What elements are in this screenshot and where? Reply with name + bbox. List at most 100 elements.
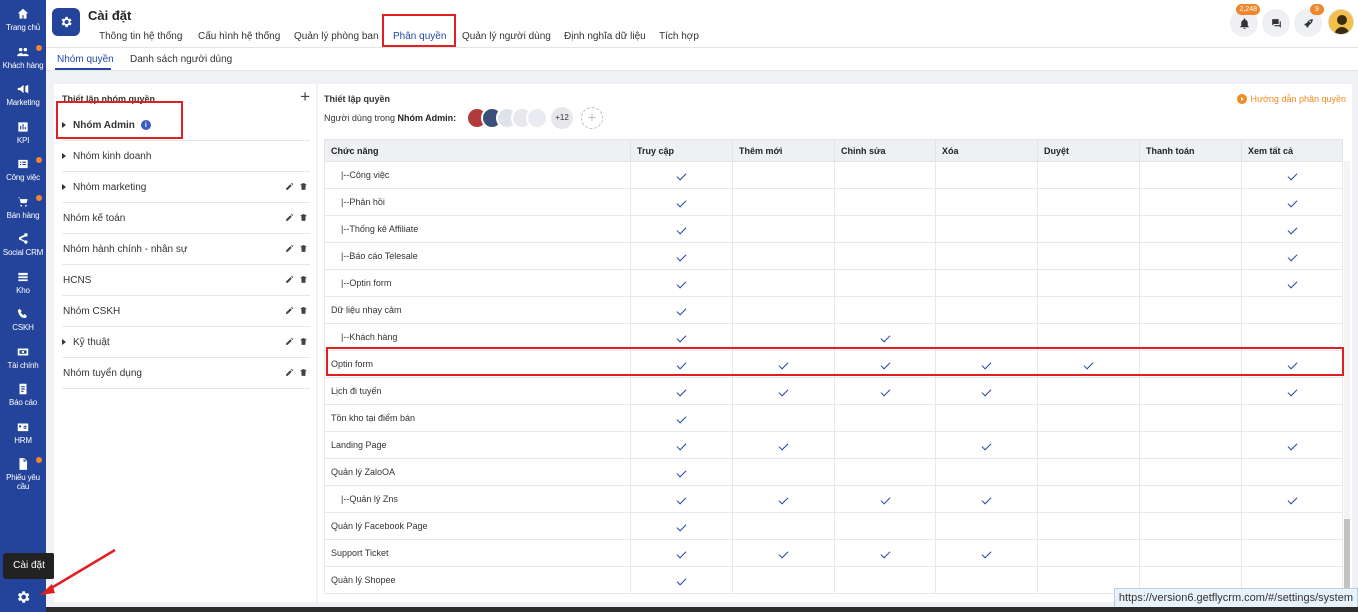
permission-cell[interactable]: [1139, 296, 1242, 324]
permission-cell[interactable]: [1241, 512, 1343, 540]
tab-departments[interactable]: Quản lý phòng ban: [294, 31, 379, 42]
permission-guide-link[interactable]: Hướng dẫn phân quyền: [1236, 94, 1346, 104]
permission-cell[interactable]: [732, 269, 835, 297]
permission-cell[interactable]: [834, 485, 936, 513]
permission-cell[interactable]: [834, 161, 936, 189]
permission-cell[interactable]: [935, 431, 1038, 459]
permission-cell[interactable]: [834, 296, 936, 324]
sidebar-item-cart[interactable]: Bán hàng: [0, 194, 46, 220]
permission-cell[interactable]: [1139, 431, 1242, 459]
sidebar-item-kpi[interactable]: KPI: [0, 120, 46, 145]
permission-cell[interactable]: [630, 296, 733, 324]
tab-system-info[interactable]: Thông tin hệ thống: [99, 31, 182, 42]
trash-icon[interactable]: [299, 244, 308, 253]
settings-nav-button[interactable]: [13, 587, 33, 607]
permission-cell[interactable]: [834, 431, 936, 459]
permission-cell[interactable]: [732, 566, 835, 594]
permission-cell[interactable]: [834, 404, 936, 432]
table-scrollbar[interactable]: [1344, 161, 1350, 597]
subtab-user-list[interactable]: Danh sách người dùng: [130, 54, 232, 65]
permission-cell[interactable]: [935, 539, 1038, 567]
subtab-permission-groups[interactable]: Nhóm quyền: [57, 54, 114, 65]
permission-cell[interactable]: [1037, 485, 1140, 513]
edit-icon[interactable]: [285, 368, 294, 377]
edit-icon[interactable]: [285, 182, 294, 191]
permission-cell[interactable]: [630, 242, 733, 270]
permission-cell[interactable]: [834, 377, 936, 405]
edit-icon[interactable]: [285, 337, 294, 346]
permission-cell[interactable]: [834, 269, 936, 297]
permission-cell[interactable]: [1037, 161, 1140, 189]
permission-cell[interactable]: [1241, 188, 1343, 216]
permission-cell[interactable]: [1037, 512, 1140, 540]
permission-cell[interactable]: [935, 161, 1038, 189]
permission-cell[interactable]: [732, 458, 835, 486]
permission-cell[interactable]: [935, 377, 1038, 405]
sidebar-item-tasks[interactable]: Công việc: [0, 157, 46, 182]
group-item[interactable]: HCNS: [62, 265, 310, 296]
sidebar-item-hrm[interactable]: HRM: [0, 420, 46, 445]
sidebar-item-finance[interactable]: Tài chính: [0, 345, 46, 370]
permission-cell[interactable]: [1139, 242, 1242, 270]
permission-cell[interactable]: [630, 458, 733, 486]
caret-right-icon[interactable]: [62, 339, 66, 345]
group-item[interactable]: Nhóm kinh doanh: [62, 141, 310, 172]
permission-cell[interactable]: [1139, 188, 1242, 216]
permission-cell[interactable]: [1241, 269, 1343, 297]
permission-cell[interactable]: [630, 404, 733, 432]
permission-cell[interactable]: [732, 296, 835, 324]
permission-cell[interactable]: [935, 485, 1038, 513]
permission-cell[interactable]: [1241, 161, 1343, 189]
tab-data-definitions[interactable]: Định nghĩa dữ liệu: [564, 31, 646, 42]
permission-cell[interactable]: [935, 404, 1038, 432]
trash-icon[interactable]: [299, 182, 308, 191]
permission-cell[interactable]: [1241, 485, 1343, 513]
permission-cell[interactable]: [1037, 188, 1140, 216]
permission-cell[interactable]: [1037, 539, 1140, 567]
permission-cell[interactable]: [1037, 377, 1140, 405]
updates-button[interactable]: 9: [1294, 4, 1324, 37]
permission-cell[interactable]: [935, 242, 1038, 270]
scrollbar-thumb[interactable]: [1344, 519, 1350, 589]
permission-cell[interactable]: [834, 215, 936, 243]
group-item[interactable]: Nhóm hành chính - nhân sự: [62, 234, 310, 265]
edit-icon[interactable]: [285, 244, 294, 253]
permission-cell[interactable]: [834, 566, 936, 594]
permission-cell[interactable]: [1037, 404, 1140, 432]
permission-cell[interactable]: [834, 188, 936, 216]
trash-icon[interactable]: [299, 368, 308, 377]
permission-cell[interactable]: [630, 161, 733, 189]
sidebar-item-home[interactable]: Trang chủ: [0, 7, 46, 32]
permission-cell[interactable]: [1139, 377, 1242, 405]
permission-cell[interactable]: [732, 485, 835, 513]
caret-right-icon[interactable]: [62, 153, 66, 159]
permission-cell[interactable]: [935, 512, 1038, 540]
group-item[interactable]: Nhóm CSKH: [62, 296, 310, 327]
permission-cell[interactable]: [1139, 161, 1242, 189]
permission-cell[interactable]: [935, 269, 1038, 297]
sidebar-item-request[interactable]: Phiếu yêu cầu: [0, 457, 46, 491]
permission-cell[interactable]: [630, 377, 733, 405]
permission-cell[interactable]: [1139, 458, 1242, 486]
permission-cell[interactable]: [834, 242, 936, 270]
permission-cell[interactable]: [1037, 296, 1140, 324]
permission-cell[interactable]: [1241, 539, 1343, 567]
permission-cell[interactable]: [732, 404, 835, 432]
permission-cell[interactable]: [1139, 485, 1242, 513]
permission-cell[interactable]: [935, 215, 1038, 243]
permission-cell[interactable]: [1037, 431, 1140, 459]
edit-icon[interactable]: [285, 306, 294, 315]
permission-cell[interactable]: [1241, 404, 1343, 432]
group-item[interactable]: Nhóm kế toán: [62, 203, 310, 234]
permission-cell[interactable]: [1241, 431, 1343, 459]
trash-icon[interactable]: [299, 213, 308, 222]
group-item[interactable]: Nhóm marketing: [62, 172, 310, 203]
tab-integrations[interactable]: Tích hợp: [659, 31, 699, 42]
trash-icon[interactable]: [299, 337, 308, 346]
permission-cell[interactable]: [630, 188, 733, 216]
permission-cell[interactable]: [1241, 215, 1343, 243]
permission-cell[interactable]: [630, 431, 733, 459]
user-avatar[interactable]: [526, 107, 548, 129]
permission-cell[interactable]: [732, 539, 835, 567]
permission-cell[interactable]: [630, 215, 733, 243]
